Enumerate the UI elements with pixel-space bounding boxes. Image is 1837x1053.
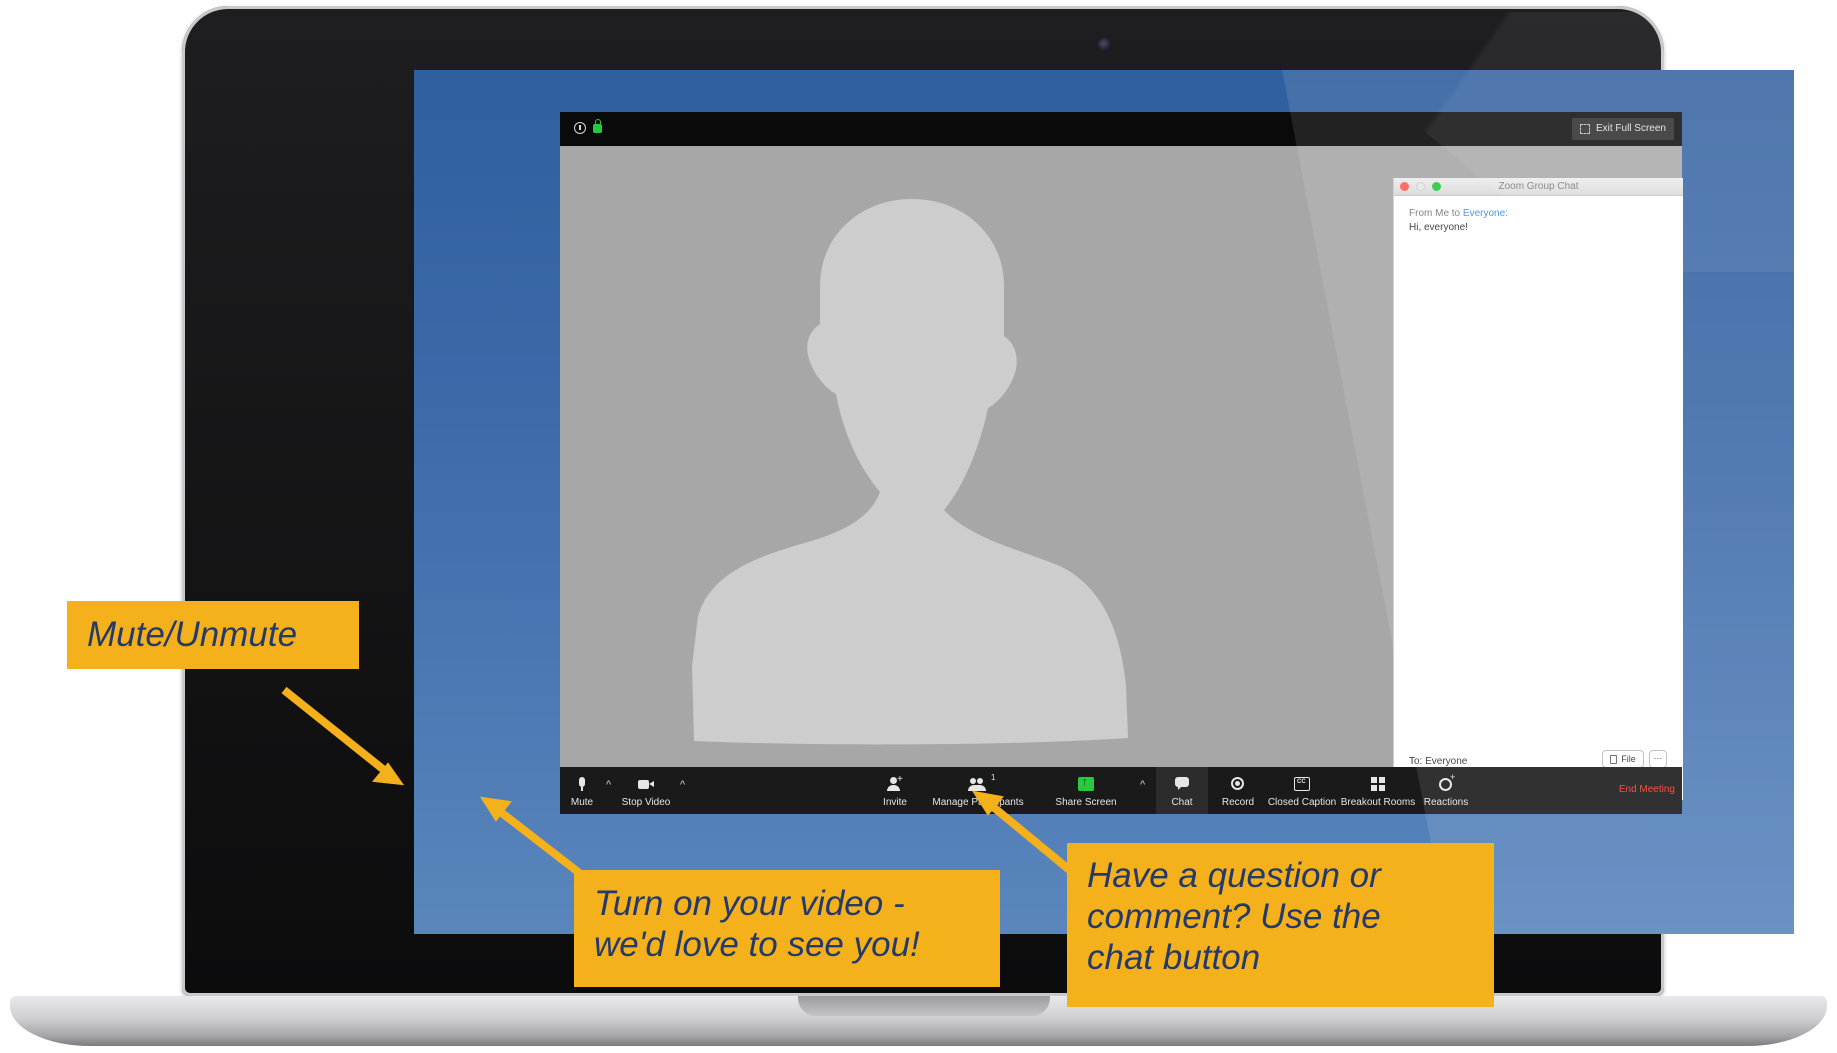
video-callout: Turn on your video - we'd love to see yo…: [574, 870, 1000, 987]
mute-arrow: [281, 686, 387, 774]
mute-callout: Mute/Unmute: [67, 601, 359, 669]
chat-arrow: [989, 802, 1075, 876]
video-callout-line-2: we'd love to see you!: [594, 925, 920, 964]
chat-callout-line-1: Have a question or: [1087, 856, 1381, 895]
mute-callout-line-1: Mute/Unmute: [87, 615, 298, 654]
video-arrow: [495, 806, 585, 879]
chat-callout-line-3: chat button: [1087, 938, 1261, 977]
chat-callout: Have a question or comment? Use the chat…: [1067, 843, 1494, 1007]
video-callout-line-1: Turn on your video -: [594, 884, 905, 923]
chat-callout-line-2: comment? Use the: [1087, 897, 1381, 936]
